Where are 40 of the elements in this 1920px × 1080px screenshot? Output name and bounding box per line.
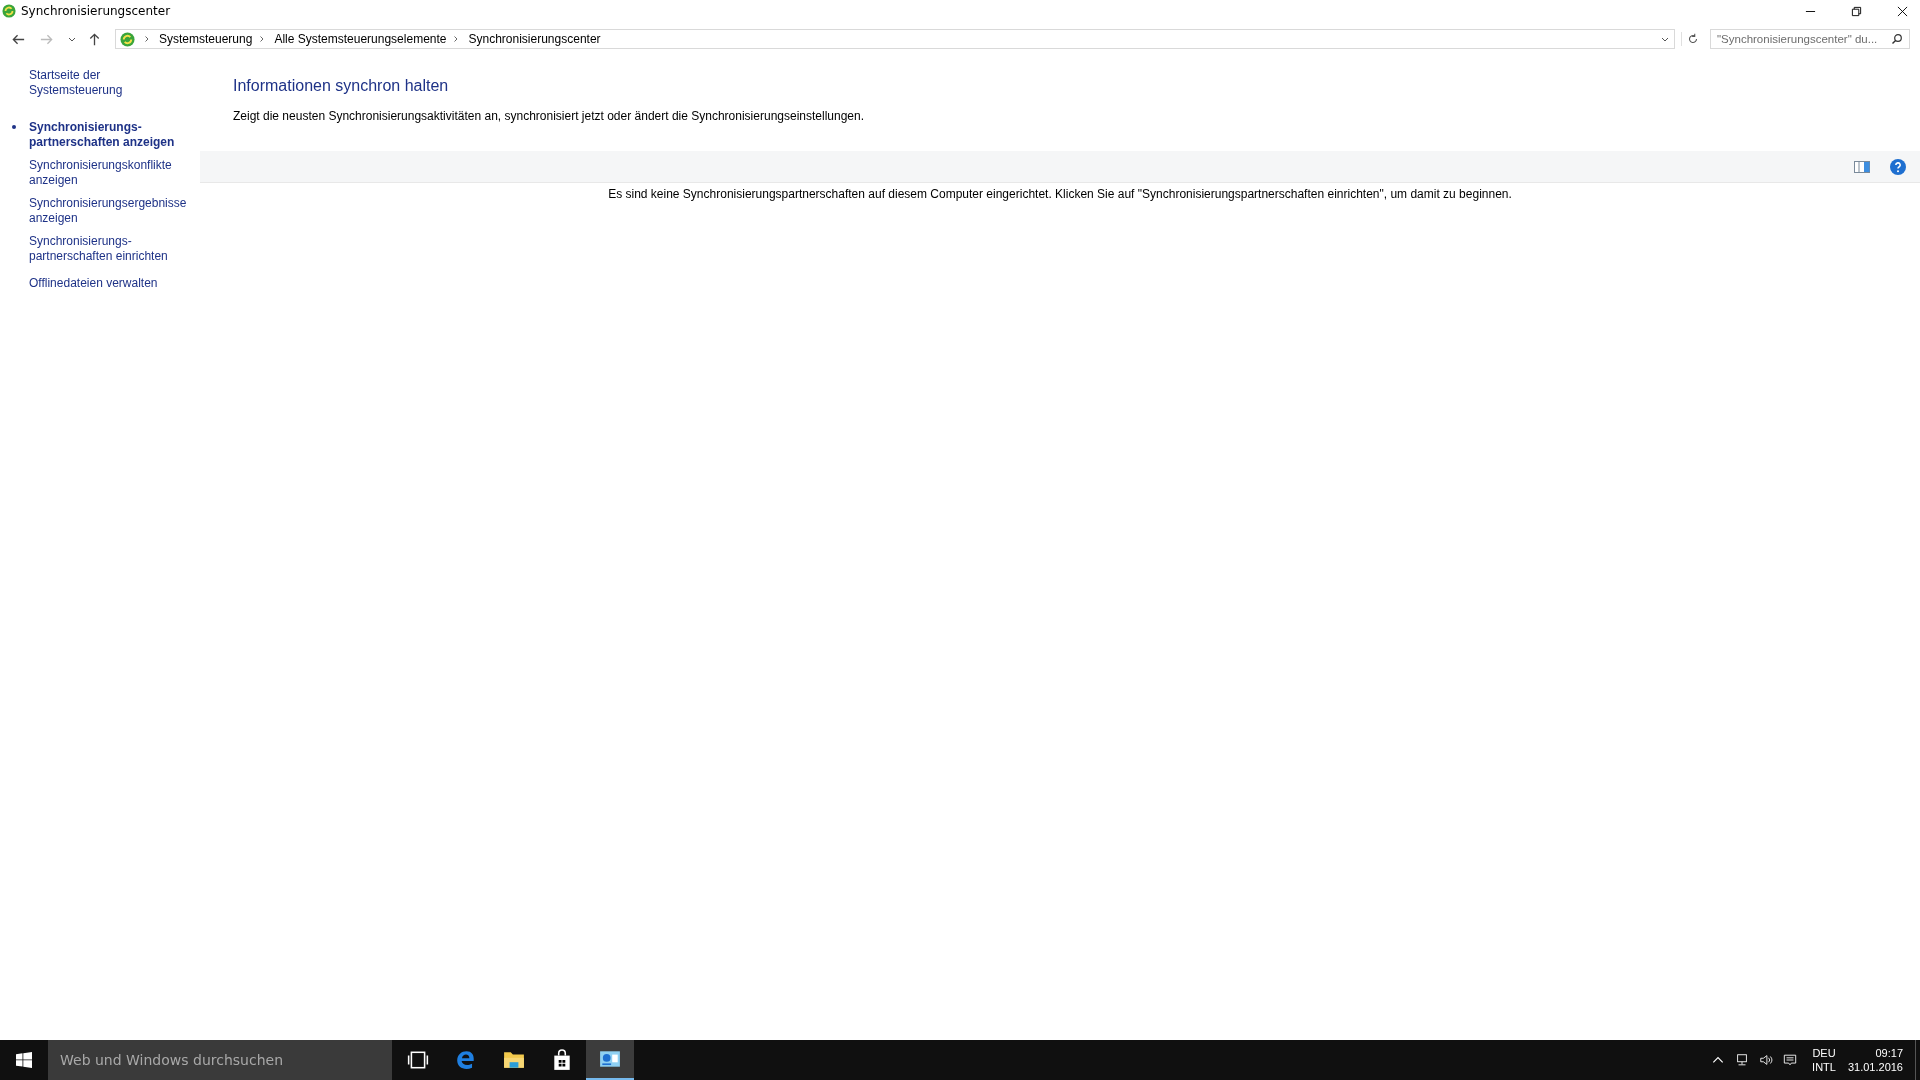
sidebar-link[interactable]: Startseite der Systemsteuerung [29, 68, 194, 98]
search-icon[interactable] [1891, 33, 1903, 45]
search-field[interactable]: "Synchronisierungscenter" du... [1710, 29, 1910, 49]
taskbar-search-field[interactable]: Web und Windows durchsuchen [48, 1040, 392, 1080]
close-icon[interactable] [1897, 5, 1908, 17]
speaker-icon[interactable] [1759, 1053, 1774, 1067]
breadcrumb[interactable]: Systemsteuerung [159, 32, 253, 46]
network-icon[interactable] [1735, 1053, 1750, 1067]
search-placeholder: "Synchronisierungscenter" du... [1717, 33, 1879, 45]
window-title: Synchronisierungscenter [21, 4, 171, 18]
windows-start-icon[interactable] [16, 1052, 32, 1068]
help-icon[interactable] [1890, 158, 1906, 175]
page-heading: Informationen synchron halten [233, 77, 450, 95]
page-description: Zeigt die neusten Synchronisierungsaktivitäten an, synchronisiert jetzt oder ändert die Synchronisierungseinstellungen. [233, 109, 866, 123]
preview-pane-icon[interactable] [1854, 160, 1870, 173]
breadcrumb[interactable]: Synchronisierungscenter [468, 32, 601, 46]
input-language[interactable]: DEU INTL [1812, 1046, 1836, 1074]
refresh-icon[interactable] [1681, 32, 1700, 46]
search-placeholder: Web und Windows durchsuchen [60, 1052, 283, 1068]
notification-icon[interactable] [1783, 1053, 1798, 1067]
folder-icon [503, 1049, 525, 1071]
sync-icon [120, 31, 135, 47]
chevron-right-icon [143, 35, 151, 43]
sidebar-link[interactable]: Synchronisierungskonflikte anzeigen [29, 158, 194, 188]
shopping-bag-icon [551, 1049, 573, 1071]
task-view-icon [407, 1049, 429, 1071]
sync-icon [2, 4, 16, 18]
empty-message: Es sind keine Synchronisierungspartnerschaften auf diesem Computer eingerichtet. Klicken Sie auf "Synchronisierungspartnerschaften einrichten", um damit zu beginnen. [607, 187, 1513, 201]
restore-icon[interactable] [1851, 5, 1862, 17]
sidebar-link[interactable]: Offlinedateien verwalten [29, 276, 194, 291]
taskbar-app-button[interactable] [586, 1040, 634, 1080]
address-field[interactable]: Systemsteuerung Alle Systemsteuerungselemente Synchronisierungscenter [115, 29, 1675, 49]
sidebar-link[interactable]: Synchronisierungsergebnisse anzeigen [29, 196, 194, 226]
breadcrumb[interactable]: Alle Systemsteuerungselemente [274, 32, 447, 46]
sidebar-link[interactable]: Synchronisierungs-partnerschaften einrichten [29, 234, 194, 264]
sidebar-link[interactable]: Synchronisierungs-partnerschaften anzeigen [29, 120, 194, 150]
up-arrow-icon[interactable] [87, 31, 102, 47]
browser-e-icon [455, 1049, 477, 1071]
clock[interactable]: 09:17 31.01.2016 [1847, 1046, 1903, 1074]
control-panel-icon [599, 1048, 621, 1070]
